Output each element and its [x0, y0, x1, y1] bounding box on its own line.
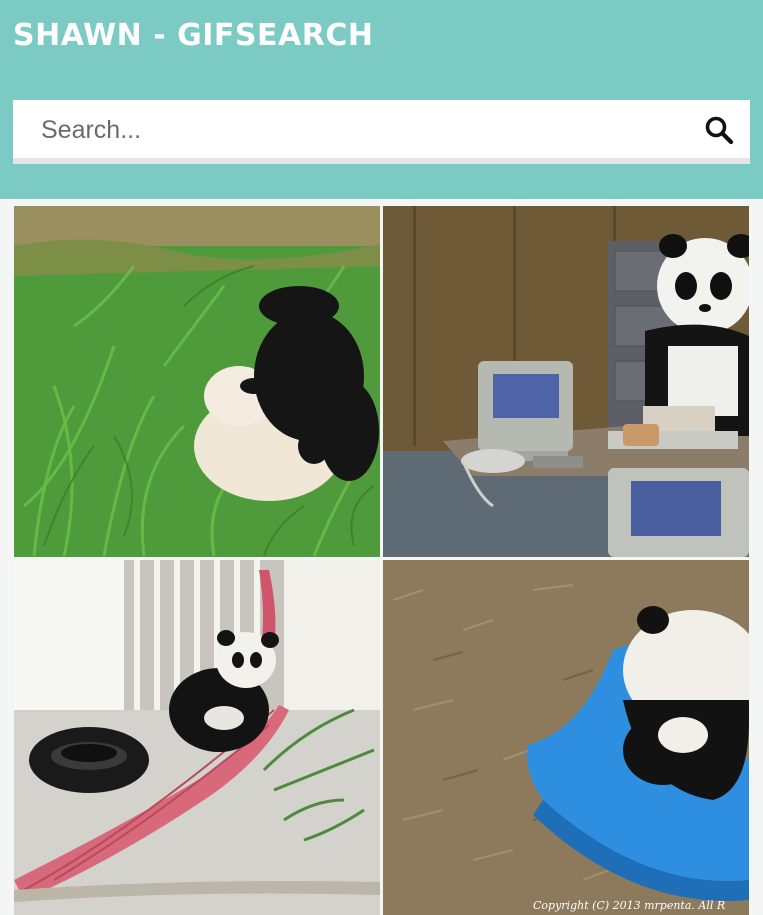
gif-results-grid: Copyright (C) 2013 mrpenta. All R: [14, 206, 749, 915]
gif-result-2[interactable]: [383, 206, 749, 557]
copyright-caption: Copyright (C) 2013 mrpenta. All R: [533, 899, 725, 912]
gif-result-4[interactable]: Copyright (C) 2013 mrpenta. All R: [383, 560, 749, 915]
gif-result-3[interactable]: [14, 560, 380, 915]
search-input[interactable]: [41, 110, 681, 150]
panda-rolling-gif: [14, 206, 380, 557]
search-bar: [13, 100, 750, 164]
panda-office-gif: [383, 206, 749, 557]
gif-result-1[interactable]: [14, 206, 380, 557]
magnifier-icon: [705, 116, 734, 145]
panda-rocking-toy-gif: Copyright (C) 2013 mrpenta. All R: [383, 560, 749, 915]
app-title: SHAWN - GIFSEARCH: [13, 18, 374, 53]
app-header: SHAWN - GIFSEARCH: [0, 0, 763, 199]
panda-hammock-gif: [14, 560, 380, 915]
search-button[interactable]: [703, 114, 737, 148]
